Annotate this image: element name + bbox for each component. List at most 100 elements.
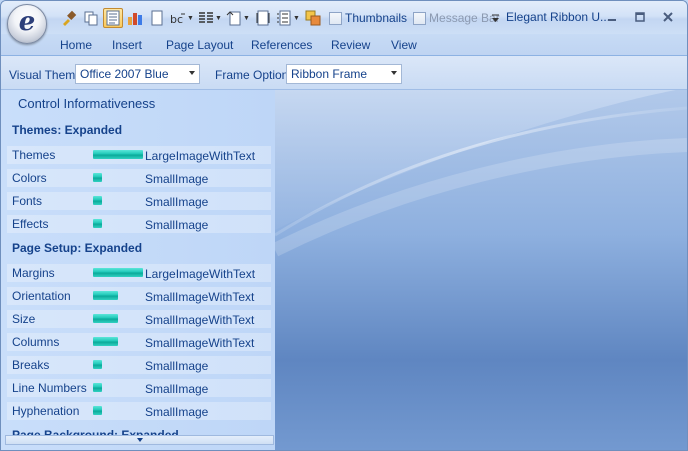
item-label: Line Numbers [12, 381, 87, 395]
page-icon [151, 10, 163, 26]
level-bar [93, 196, 102, 205]
bar-chart-icon [128, 13, 142, 25]
item-value: SmallImageWithText [145, 290, 255, 304]
level-bar [93, 314, 118, 323]
item-label: Fonts [12, 194, 43, 208]
columns-icon [199, 12, 214, 23]
chart-button[interactable] [125, 8, 145, 28]
options-bar: Visual Theme Office 2007 Blue Frame Opti… [1, 56, 687, 90]
svg-text:bc: bc [170, 13, 183, 26]
size-button[interactable] [253, 8, 273, 28]
item-value: SmallImageWithText [145, 336, 255, 350]
maximize-button[interactable] [627, 7, 653, 27]
tab-page-layout[interactable]: Page Layout [166, 38, 233, 52]
hyphenation-icon: bc [170, 13, 186, 26]
level-bar [93, 383, 102, 392]
list-item[interactable]: Columns SmallImageWithText [7, 333, 271, 351]
list-item[interactable]: Themes LargeImageWithText [7, 146, 271, 164]
brush-icon [63, 10, 77, 26]
level-bar [93, 406, 102, 415]
page-size-icon [256, 10, 270, 26]
item-label: Orientation [12, 289, 71, 303]
qat-customize-button[interactable] [488, 7, 502, 29]
qat-customize-icon [491, 14, 499, 22]
copy-button[interactable] [81, 8, 101, 28]
tab-insert[interactable]: Insert [112, 38, 142, 52]
window-title: Elegant Ribbon U... [506, 10, 611, 24]
item-value: SmallImage [145, 382, 209, 396]
level-bar [93, 360, 102, 369]
list-item[interactable]: Hyphenation SmallImage [7, 402, 271, 420]
list-item[interactable]: Fonts SmallImage [7, 192, 271, 210]
item-value: SmallImage [145, 218, 209, 232]
section-title-themes: Themes: Expanded [12, 123, 123, 137]
frame-options-select[interactable]: Ribbon Frame [286, 64, 402, 84]
orientation-icon [226, 11, 241, 26]
informativeness-panel: Control Informativeness Themes: Expanded… [1, 90, 275, 450]
list-item[interactable]: Size SmallImageWithText [7, 310, 271, 328]
maximize-icon [635, 12, 645, 22]
item-value: SmallImage [145, 359, 209, 373]
window-controls [599, 7, 681, 27]
thumbnails-label: Thumbnails [345, 11, 408, 25]
item-label: Hyphenation [12, 404, 80, 418]
visual-theme-label: Visual Theme [9, 68, 82, 82]
tab-review[interactable]: Review [331, 38, 370, 52]
title-bar: bc ▼ ▼ ▼ ▼ Thumbnails Message Bar Elegan… [1, 1, 687, 34]
item-value: LargeImageWithText [145, 149, 256, 163]
item-label: Breaks [12, 358, 50, 372]
level-bar [93, 173, 102, 182]
item-label: Colors [12, 171, 47, 185]
list-item[interactable]: Margins LargeImageWithText [7, 264, 271, 282]
orientation-button[interactable]: ▼ [225, 8, 251, 28]
minimize-button[interactable] [599, 7, 625, 27]
close-button[interactable] [655, 7, 681, 27]
thumbnails-toggle[interactable]: Thumbnails [329, 11, 407, 25]
chevron-down-icon [136, 438, 143, 442]
list-item[interactable]: Line Numbers SmallImage [7, 379, 271, 397]
list-item[interactable]: Colors SmallImage [7, 169, 271, 187]
arrange-icon [305, 10, 321, 26]
list-item[interactable]: Effects SmallImage [7, 215, 271, 233]
minimize-icon [608, 19, 616, 21]
visual-theme-value: Office 2007 Blue [80, 67, 169, 81]
level-bar [93, 150, 143, 159]
tab-view[interactable]: View [391, 38, 417, 52]
hyphenation-button[interactable]: bc ▼ [169, 8, 195, 28]
item-value: LargeImageWithText [145, 267, 256, 281]
application-button[interactable]: e [7, 4, 47, 44]
tab-home[interactable]: Home [60, 38, 92, 52]
arrange-button[interactable] [303, 8, 323, 28]
content-area [275, 90, 687, 450]
list-item[interactable]: Breaks SmallImage [7, 356, 271, 374]
list-item[interactable]: Orientation SmallImageWithText [7, 287, 271, 305]
app-logo-letter: e [18, 7, 36, 37]
scroll-down-button[interactable] [5, 435, 274, 445]
message-bar-checkbox[interactable] [413, 11, 427, 25]
page-view-button[interactable] [103, 8, 123, 28]
frame-options-label: Frame Options [215, 68, 295, 82]
frame-options-value: Ribbon Frame [291, 67, 368, 81]
quick-access-toolbar: bc ▼ ▼ ▼ ▼ Thumbnails Message Bar [51, 7, 500, 29]
document-lines-icon [106, 10, 120, 26]
chevron-down-icon [189, 71, 195, 75]
format-painter-button[interactable] [59, 8, 79, 28]
item-label: Columns [12, 335, 60, 349]
item-label: Effects [12, 217, 49, 231]
item-label: Size [12, 312, 36, 326]
level-bar [93, 291, 118, 300]
thumbnails-checkbox[interactable] [329, 11, 342, 25]
message-bar-toggle[interactable]: Message Bar [413, 11, 500, 25]
level-bar [93, 219, 102, 228]
columns-button[interactable]: ▼ [197, 8, 223, 28]
page-button[interactable] [147, 8, 167, 28]
visual-theme-select[interactable]: Office 2007 Blue [75, 64, 200, 84]
close-icon [663, 12, 673, 22]
item-value: SmallImage [145, 172, 209, 186]
line-numbers-button[interactable]: ▼ [275, 8, 301, 28]
item-value: SmallImage [145, 195, 209, 209]
tab-references[interactable]: References [251, 38, 312, 52]
level-bar [93, 337, 118, 346]
line-numbers-icon [277, 10, 291, 26]
ribbon-tabs: Home Insert Page Layout References Revie… [1, 34, 687, 56]
